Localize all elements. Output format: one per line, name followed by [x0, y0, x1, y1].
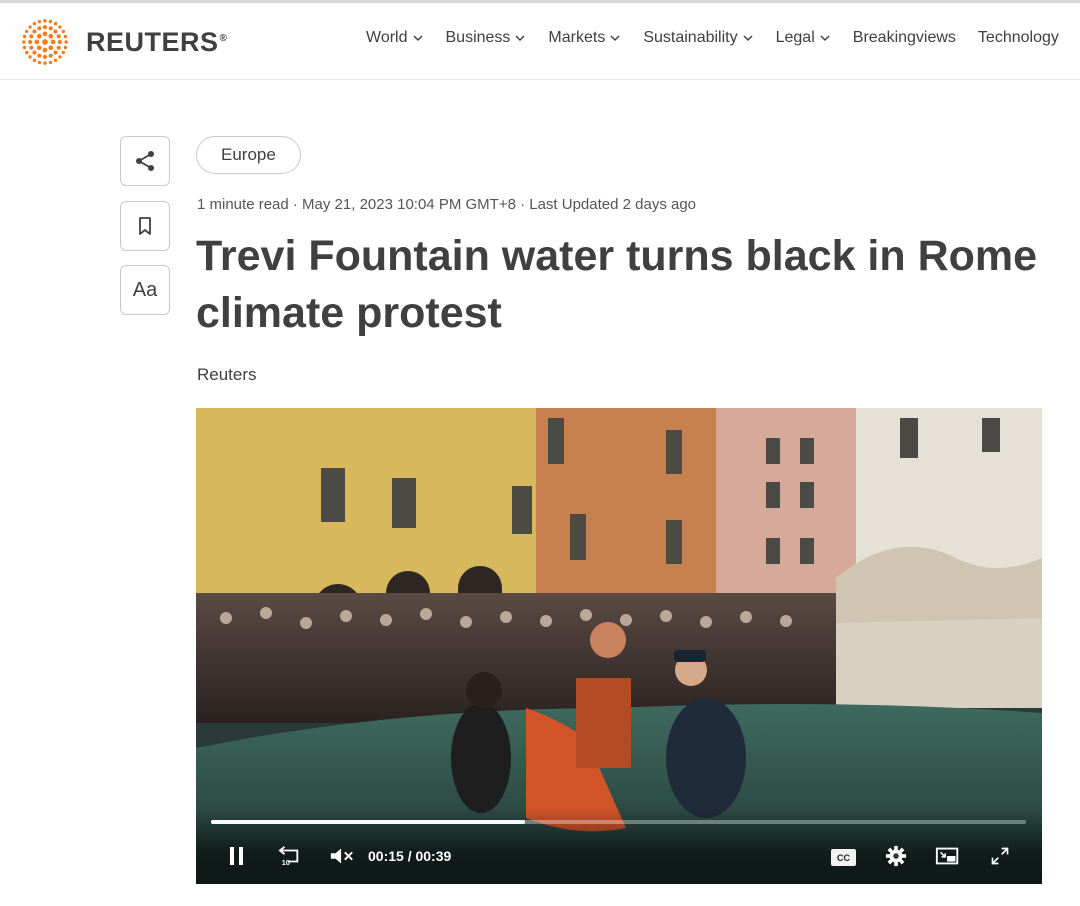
chevron-down-icon [743, 35, 753, 42]
chevron-down-icon [515, 35, 525, 42]
video-progress-fill [211, 820, 525, 824]
chevron-down-icon [412, 35, 423, 42]
nav-item-world[interactable]: World [366, 29, 424, 47]
nav-item-markets[interactable]: Markets [548, 29, 621, 47]
mute-icon [330, 848, 353, 864]
picture-in-picture-button[interactable] [934, 844, 962, 868]
article-headline: Trevi Fountain water turns black in Rome… [196, 232, 1038, 337]
svg-text:10: 10 [282, 858, 290, 867]
section-tag[interactable]: Europe [196, 136, 301, 174]
cc-icon: CC [837, 852, 850, 863]
replay-10-button[interactable]: 10 [276, 844, 304, 868]
nav-item-sustainability[interactable]: Sustainability [643, 29, 753, 47]
text-size-label: Aa [132, 278, 158, 301]
chevron-down-icon [610, 35, 620, 42]
duration: 00:39 [415, 848, 452, 864]
video-progress-bar[interactable] [211, 820, 1026, 824]
share-button[interactable] [120, 136, 170, 186]
picture-in-picture-icon [935, 847, 959, 865]
fullscreen-button[interactable] [988, 844, 1012, 868]
closed-captions-button[interactable]: CC [831, 849, 856, 866]
replay-10-icon: 10 [278, 846, 299, 867]
mute-button[interactable] [328, 844, 356, 868]
pause-button[interactable] [226, 844, 248, 868]
nav-item-technology[interactable]: Technology [978, 29, 1059, 47]
bookmark-icon [139, 217, 151, 235]
main-nav: World Business Markets Sustainability Le… [366, 29, 1080, 47]
video-player[interactable]: 10 00:15 / 00:39 CC [196, 408, 1042, 884]
reuters-wordmark: REUTERS® [86, 26, 228, 57]
text-size-button[interactable]: Aa [120, 265, 170, 315]
current-time: 00:15 [368, 848, 404, 864]
article-byline[interactable]: Reuters [197, 365, 257, 385]
video-time-display: 00:15 / 00:39 [368, 848, 451, 864]
settings-icon [885, 845, 907, 867]
fullscreen-icon [991, 847, 1009, 865]
pause-icon [230, 847, 243, 865]
nav-item-legal[interactable]: Legal [776, 29, 831, 47]
bookmark-button[interactable] [120, 201, 170, 251]
nav-item-business[interactable]: Business [446, 29, 527, 47]
reuters-logo[interactable]: REUTERS® [16, 15, 227, 69]
reuters-logo-mark-icon [22, 19, 68, 65]
time-separator: / [407, 848, 412, 864]
settings-button[interactable] [884, 844, 908, 868]
nav-item-breakingviews[interactable]: Breakingviews [853, 29, 956, 47]
share-icon [136, 151, 154, 171]
site-header: REUTERS® World Business Markets Sustaina… [0, 3, 1080, 80]
article-meta: 1 minute read · May 21, 2023 10:04 PM GM… [197, 196, 697, 213]
chevron-down-icon [820, 35, 830, 42]
